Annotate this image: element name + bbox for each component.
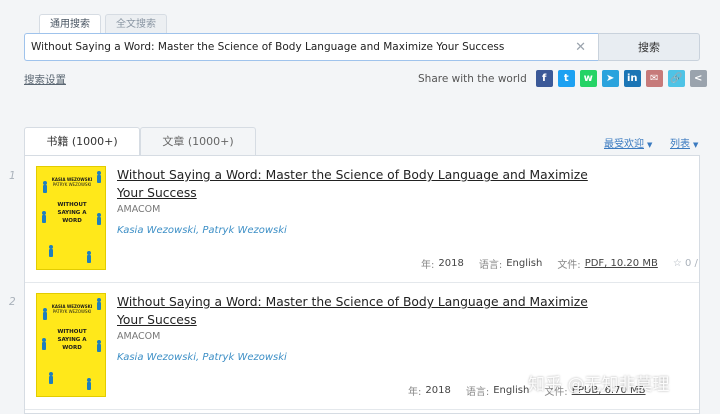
facebook-icon[interactable]: f [535, 70, 553, 87]
results-list: KASIA WEZOWSKI PATRYK WEZOWSKI WITHOUT S… [24, 155, 700, 414]
linkedin-icon[interactable]: in [623, 70, 641, 87]
authors: Kasia Wezowski, Patryk Wezowski [117, 352, 287, 363]
language-label: 语言: [478, 260, 503, 271]
view-label: 列表 [670, 139, 690, 150]
author-link[interactable]: Kasia Wezowski [117, 225, 196, 236]
tab-general-search[interactable]: 通用搜索 [39, 14, 101, 34]
rating[interactable]: ☆ 0 / 0 [673, 258, 699, 269]
year-label: 年: [421, 260, 435, 271]
cover-authors-2: PATRYK WEZOWSKI [52, 182, 92, 187]
tab-books[interactable]: 书籍 (1000+) [24, 127, 140, 155]
figure-icon [40, 338, 48, 350]
chevron-down-icon: ▼ [693, 141, 699, 149]
file-link[interactable]: PDF, 10.20 MB [585, 258, 658, 269]
search-input[interactable] [25, 34, 598, 60]
figure-icon [41, 181, 49, 193]
language-label: 语言: [465, 387, 490, 398]
author-link[interactable]: Patryk Wezowski [202, 225, 286, 236]
view-dropdown[interactable]: 列表 ▼ [670, 135, 698, 150]
language-value: English [493, 385, 530, 396]
search-settings-link[interactable]: 搜索设置 [24, 72, 66, 87]
cover-title: WITHOUT SAYING A WORD [57, 202, 87, 224]
author-link[interactable]: Patryk Wezowski [202, 352, 286, 363]
book-cover[interactable]: KASIA WEZOWSKI PATRYK WEZOWSKI WITHOUT S… [36, 293, 106, 397]
twitter-icon[interactable]: t [557, 70, 575, 87]
book-meta: 年: 2018 语言: English 文件: EPUB, 6.70 MB [408, 383, 661, 398]
figure-icon [85, 378, 93, 390]
search-input-wrapper: ✕ [24, 33, 598, 61]
list-item: KASIA WEZOWSKI PATRYK WEZOWSKI WITHOUT S… [25, 156, 699, 283]
list-item: KASIA WEZOWSKI PATRYK WEZOWSKI WITHOUT S… [25, 283, 699, 410]
result-index: 1 [9, 170, 16, 182]
figure-icon [95, 213, 103, 225]
chevron-down-icon: ▼ [647, 141, 653, 149]
link-icon[interactable]: 🔗 [667, 70, 685, 87]
tab-articles[interactable]: 文章 (1000+) [140, 127, 256, 155]
language-value: English [506, 258, 543, 269]
cover-title: WITHOUT SAYING A WORD [57, 329, 87, 351]
figure-icon [95, 298, 103, 310]
clear-icon[interactable]: ✕ [575, 40, 586, 55]
book-title-link[interactable]: Without Saying a Word: Master the Scienc… [117, 293, 597, 329]
search-bar: ✕ 搜索 [24, 33, 700, 61]
share-label: Share with the world [418, 72, 527, 85]
sort-dropdown[interactable]: 最受欢迎 ▼ [604, 135, 652, 150]
file-label: 文件: [544, 387, 568, 398]
tab-fulltext-search[interactable]: 全文搜索 [105, 14, 167, 34]
share-bar: Share with the world f t w ➤ in ✉ 🔗 < [418, 70, 712, 87]
year-value: 2018 [425, 385, 451, 396]
year-value: 2018 [438, 258, 464, 269]
figure-icon [40, 211, 48, 223]
file-label: 文件: [557, 260, 581, 271]
book-meta: 年: 2018 语言: English 文件: PDF, 10.20 MB ☆ … [421, 256, 699, 271]
search-mode-tabs: 通用搜索 全文搜索 [39, 14, 167, 34]
publisher: AMACOM [117, 204, 161, 215]
search-button[interactable]: 搜索 [598, 33, 700, 61]
figure-icon [41, 308, 49, 320]
book-cover[interactable]: KASIA WEZOWSKI PATRYK WEZOWSKI WITHOUT S… [36, 166, 106, 270]
figure-icon [47, 372, 55, 384]
sort-label: 最受欢迎 [604, 139, 644, 150]
email-icon[interactable]: ✉ [645, 70, 663, 87]
authors: Kasia Wezowski, Patryk Wezowski [117, 225, 287, 236]
figure-icon [95, 340, 103, 352]
figure-icon [85, 251, 93, 263]
result-index: 2 [9, 296, 16, 308]
year-label: 年: [408, 387, 422, 398]
share-icon[interactable]: < [689, 70, 707, 87]
figure-icon [47, 245, 55, 257]
whatsapp-icon[interactable]: w [579, 70, 597, 87]
book-title-link[interactable]: Without Saying a Word: Master the Scienc… [117, 166, 597, 202]
author-link[interactable]: Kasia Wezowski [117, 352, 196, 363]
figure-icon [95, 171, 103, 183]
cover-authors-2: PATRYK WEZOWSKI [52, 309, 92, 314]
file-link[interactable]: EPUB, 6.70 MB [572, 385, 646, 396]
result-type-tabs: 书籍 (1000+) 文章 (1000+) [24, 127, 256, 155]
telegram-icon[interactable]: ➤ [601, 70, 619, 87]
publisher: AMACOM [117, 331, 161, 342]
